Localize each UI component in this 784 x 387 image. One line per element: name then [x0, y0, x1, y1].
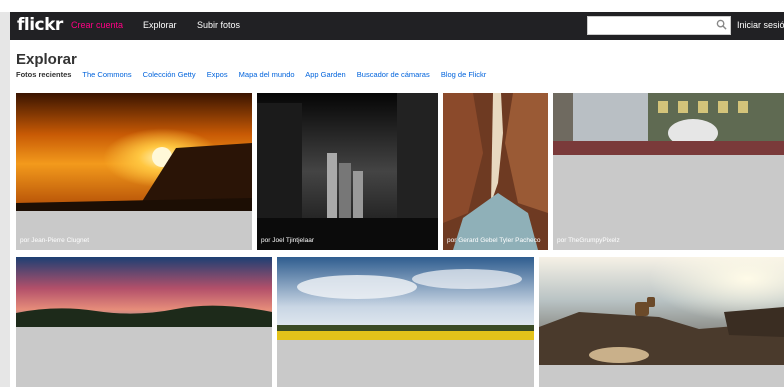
- tab-app-garden[interactable]: App Garden: [305, 70, 345, 79]
- photo-tile-square[interactable]: por TheGrumpyPixelz: [553, 93, 784, 250]
- photo-tile-sky-treeline[interactable]: [16, 257, 272, 387]
- search-icon[interactable]: [716, 19, 727, 30]
- explore-link[interactable]: Explorar: [143, 20, 177, 30]
- photo-credit[interactable]: por Joel Tjintjelaar: [261, 237, 314, 244]
- photo-tile-canyon[interactable]: por Gerard Gebel Tyler Pacheco: [443, 93, 548, 250]
- flickr-logo[interactable]: flickr: [17, 15, 63, 35]
- beach-dog-photo: [539, 257, 784, 365]
- photo-tile-buildings[interactable]: por Joel Tjintjelaar: [257, 93, 438, 250]
- sunset-photo: [16, 93, 252, 211]
- search-input[interactable]: [587, 16, 731, 35]
- field-clouds-photo: [277, 257, 534, 340]
- canyon-photo: [443, 93, 548, 250]
- tab-expos[interactable]: Expos: [207, 70, 228, 79]
- explore-subnav: Fotos recientes The Commons Colección Ge…: [16, 70, 495, 79]
- sunset-clouds-photo: [16, 257, 272, 327]
- page-top-edge: [0, 0, 784, 12]
- photo-tile-field[interactable]: [277, 257, 534, 387]
- top-navigation-bar: flickr Crear cuenta Explorar Subir fotos…: [10, 12, 784, 40]
- tab-the-commons[interactable]: The Commons: [82, 70, 131, 79]
- login-link[interactable]: Iniciar sesión: [737, 20, 784, 30]
- tab-flickr-blog[interactable]: Blog de Flickr: [441, 70, 486, 79]
- page-title: Explorar: [16, 51, 77, 68]
- tab-world-map[interactable]: Mapa del mundo: [239, 70, 295, 79]
- upload-photos-link[interactable]: Subir fotos: [197, 20, 240, 30]
- photo-tile-sunset[interactable]: por Jean-Pierre Clugnet: [16, 93, 252, 250]
- create-account-link[interactable]: Crear cuenta: [71, 20, 123, 30]
- tab-recent-photos[interactable]: Fotos recientes: [16, 70, 71, 79]
- city-square-photo: [553, 93, 784, 155]
- photo-credit[interactable]: por TheGrumpyPixelz: [557, 237, 620, 244]
- tab-getty-collection[interactable]: Colección Getty: [143, 70, 196, 79]
- bw-buildings-photo: [257, 93, 438, 250]
- photo-credit[interactable]: por Jean-Pierre Clugnet: [20, 237, 89, 244]
- left-scroll-strip: [0, 12, 10, 387]
- photo-tile-beach-dog[interactable]: [539, 257, 784, 387]
- photo-credit[interactable]: por Gerard Gebel Tyler Pacheco: [447, 237, 540, 244]
- tab-camera-finder[interactable]: Buscador de cámaras: [357, 70, 430, 79]
